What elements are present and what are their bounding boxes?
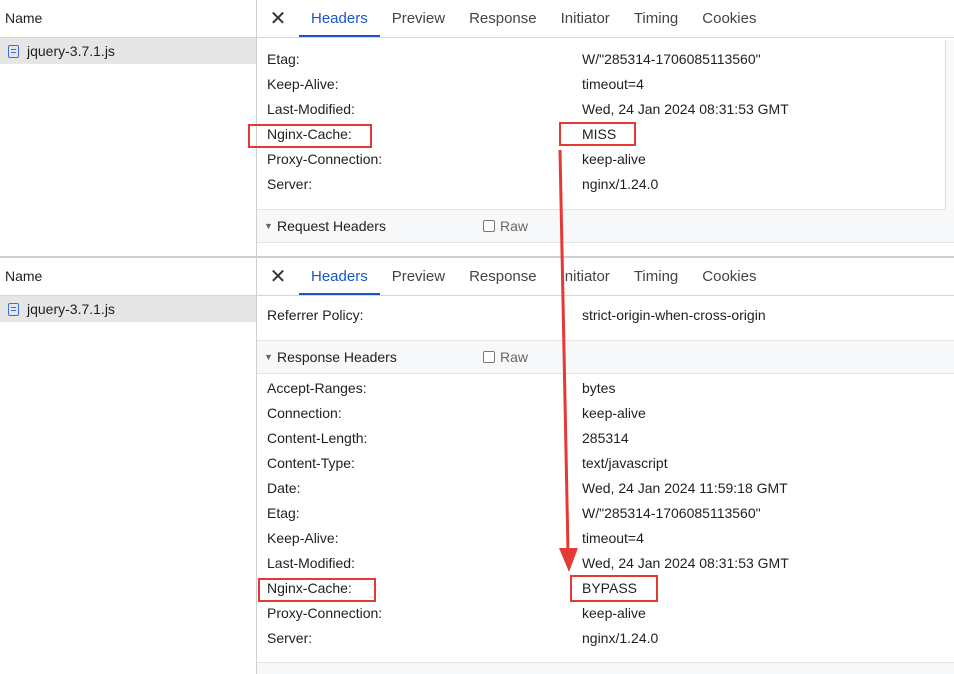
header-key: Accept-Ranges:: [267, 380, 367, 396]
header-key: Etag:: [267, 51, 300, 67]
devtools-panel-top: Name jquery-3.7.1.js ✕ Headers Preview R…: [0, 0, 954, 256]
general-row: Referrer Policy: strict-origin-when-cross…: [267, 303, 947, 328]
header-key: Content-Length:: [267, 430, 368, 446]
header-row: Content-Length: 285314: [267, 426, 947, 451]
tab-headers[interactable]: Headers: [299, 0, 380, 37]
header-key: Etag:: [267, 505, 300, 521]
response-headers-section[interactable]: ▼ Response Headers Raw: [257, 340, 954, 374]
tab-headers[interactable]: Headers: [299, 258, 380, 295]
header-key: Date:: [267, 480, 301, 496]
header-value: nginx/1.24.0: [582, 630, 659, 646]
header-value: BYPASS: [582, 580, 637, 596]
close-icon[interactable]: ✕: [267, 264, 289, 289]
raw-checkbox[interactable]: [483, 351, 495, 363]
section-title: Request Headers: [277, 218, 386, 234]
tab-response[interactable]: Response: [457, 258, 549, 295]
header-row: Connection: keep-alive: [267, 401, 947, 426]
header-row: Proxy-Connection: keep-alive: [267, 147, 947, 172]
header-value: Wed, 24 Jan 2024 11:59:18 GMT: [582, 480, 788, 496]
document-icon: [8, 44, 19, 58]
triangle-down-icon: ▼: [264, 221, 273, 231]
header-value: timeout=4: [582, 76, 644, 92]
header-key: Proxy-Connection:: [267, 151, 383, 167]
raw-label: Raw: [500, 218, 529, 234]
header-key: Nginx-Cache:: [267, 126, 352, 142]
header-row: Content-Type: text/javascript: [267, 451, 947, 476]
request-headers-section[interactable]: ▼ Request Headers Raw: [257, 209, 954, 243]
request-list: Name jquery-3.7.1.js: [0, 258, 257, 674]
header-value: text/javascript: [582, 455, 668, 471]
header-row: Etag: W/"285314-1706085113560": [267, 501, 947, 526]
header-row: Server: nginx/1.24.0: [267, 172, 947, 197]
triangle-down-icon: ▼: [264, 352, 273, 362]
header-value: MISS: [582, 126, 617, 142]
close-icon[interactable]: ✕: [267, 6, 289, 31]
header-key: Connection:: [267, 405, 342, 421]
header-key: Last-Modified:: [267, 101, 355, 117]
header-row: Keep-Alive: timeout=4: [267, 72, 947, 97]
header-key: Keep-Alive:: [267, 76, 339, 92]
request-file-name: jquery-3.7.1.js: [27, 43, 115, 59]
name-column-header[interactable]: Name: [0, 0, 256, 38]
header-value: keep-alive: [582, 605, 646, 621]
document-icon: [8, 302, 19, 316]
request-list: Name jquery-3.7.1.js: [0, 0, 257, 256]
header-key: Last-Modified:: [267, 555, 355, 571]
request-row[interactable]: jquery-3.7.1.js: [0, 38, 256, 64]
tab-timing[interactable]: Timing: [622, 258, 690, 295]
tab-initiator[interactable]: Initiator: [549, 0, 622, 37]
header-value: nginx/1.24.0: [582, 176, 659, 192]
header-row-nginx-cache: Nginx-Cache: BYPASS: [267, 576, 947, 601]
header-value: keep-alive: [582, 151, 646, 167]
raw-checkbox[interactable]: [483, 220, 495, 232]
header-key: Server:: [267, 630, 313, 646]
header-value: bytes: [582, 380, 616, 396]
header-row-nginx-cache: Nginx-Cache: MISS: [267, 122, 947, 147]
header-row: Server: nginx/1.24.0: [267, 626, 947, 651]
raw-toggle[interactable]: Raw: [483, 341, 528, 373]
header-row: Accept-Ranges: bytes: [267, 376, 947, 401]
scrollbar[interactable]: [945, 40, 954, 210]
tab-cookies[interactable]: Cookies: [690, 0, 768, 37]
details-pane: ✕ Headers Preview Response Initiator Tim…: [257, 0, 954, 256]
header-key: Content-Type:: [267, 455, 355, 471]
header-row: Last-Modified: Wed, 24 Jan 2024 08:31:53 …: [267, 97, 947, 122]
header-value: W/"285314-1706085113560": [582, 505, 761, 521]
header-value: Wed, 24 Jan 2024 08:31:53 GMT: [582, 101, 789, 117]
header-key: Nginx-Cache:: [267, 580, 352, 596]
tab-preview[interactable]: Preview: [380, 258, 457, 295]
header-row: Date: Wed, 24 Jan 2024 11:59:18 GMT: [267, 476, 947, 501]
section-title: Response Headers: [277, 349, 397, 365]
tab-preview[interactable]: Preview: [380, 0, 457, 37]
header-key: Proxy-Connection:: [267, 605, 383, 621]
details-tabbar: ✕ Headers Preview Response Initiator Tim…: [257, 258, 954, 296]
raw-toggle[interactable]: Raw: [483, 210, 528, 242]
tab-timing[interactable]: Timing: [622, 0, 690, 37]
header-key: Keep-Alive:: [267, 530, 339, 546]
header-value: W/"285314-1706085113560": [582, 51, 761, 67]
name-column-header[interactable]: Name: [0, 258, 256, 296]
request-row[interactable]: jquery-3.7.1.js: [0, 296, 256, 322]
devtools-panel-bottom: Name jquery-3.7.1.js ✕ Headers Preview R…: [0, 258, 954, 674]
details-tabbar: ✕ Headers Preview Response Initiator Tim…: [257, 0, 954, 38]
header-row: Keep-Alive: timeout=4: [267, 526, 947, 551]
tab-initiator[interactable]: Initiator: [549, 258, 622, 295]
next-section: [257, 662, 954, 674]
header-row: Proxy-Connection: keep-alive: [267, 601, 947, 626]
request-file-name: jquery-3.7.1.js: [27, 301, 115, 317]
details-pane: ✕ Headers Preview Response Initiator Tim…: [257, 258, 954, 674]
header-row: Last-Modified: Wed, 24 Jan 2024 08:31:53 …: [267, 551, 947, 576]
general-value: strict-origin-when-cross-origin: [582, 307, 766, 323]
tab-cookies[interactable]: Cookies: [690, 258, 768, 295]
general-key: Referrer Policy:: [267, 307, 364, 323]
header-value: timeout=4: [582, 530, 644, 546]
header-row: Etag: W/"285314-1706085113560": [267, 47, 947, 72]
header-value: Wed, 24 Jan 2024 08:31:53 GMT: [582, 555, 789, 571]
raw-label: Raw: [500, 349, 529, 365]
tab-response[interactable]: Response: [457, 0, 549, 37]
header-key: Server:: [267, 176, 313, 192]
header-value: keep-alive: [582, 405, 646, 421]
header-value: 285314: [582, 430, 629, 446]
